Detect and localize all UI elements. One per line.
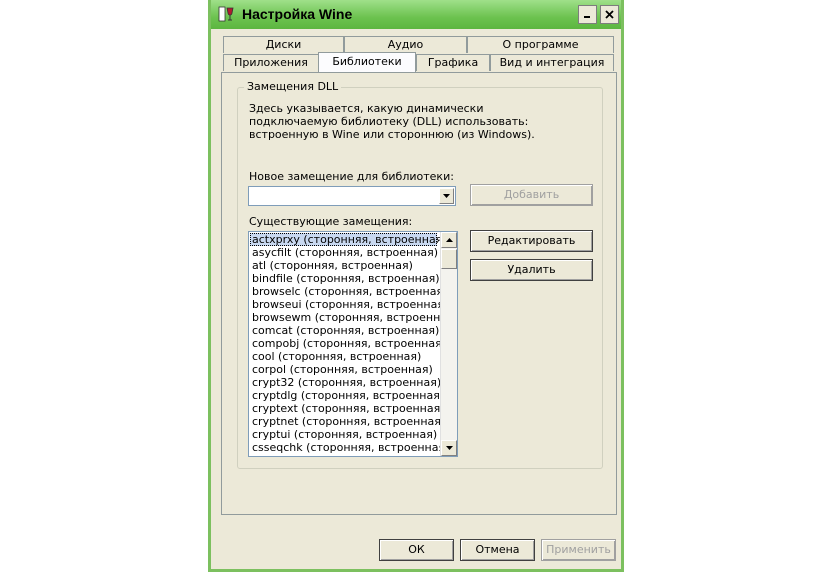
close-button[interactable]	[600, 5, 619, 24]
override-list-item[interactable]: crypt32 (сторонняя, встроенная)	[250, 376, 441, 389]
minimize-button[interactable]	[578, 5, 597, 24]
libraries-tab-panel: Замещения DLL Здесь указывается, какую д…	[221, 72, 617, 515]
ok-button[interactable]: ОК	[379, 539, 454, 561]
cancel-button[interactable]: Отмена	[460, 539, 535, 561]
dll-overrides-group: Замещения DLL Здесь указывается, какую д…	[237, 80, 603, 469]
wine-glass-icon	[218, 6, 234, 22]
override-list-item[interactable]: asycfilt (сторонняя, встроенная)	[250, 246, 438, 259]
combo-dropdown-button[interactable]	[439, 188, 454, 204]
override-list-item[interactable]: compobj (сторонняя, встроенная)	[250, 337, 446, 350]
tab-about[interactable]: О программе	[467, 36, 614, 53]
tab-applications[interactable]: Приложения	[223, 54, 319, 71]
override-list-item[interactable]: browseui (сторонняя, встроенная)	[250, 298, 448, 311]
override-list-item[interactable]: browselc (сторонняя, встроенная)	[250, 285, 447, 298]
minimize-icon	[584, 16, 590, 18]
add-button[interactable]: Добавить	[470, 184, 593, 206]
override-list-item[interactable]: cool (сторонняя, встроенная)	[250, 350, 437, 363]
tab-desktop-integration[interactable]: Вид и интеграция	[490, 54, 614, 71]
tab-audio[interactable]: Аудио	[344, 36, 467, 53]
edit-button[interactable]: Редактировать	[470, 230, 593, 252]
new-override-combobox[interactable]	[248, 186, 456, 206]
override-list-item[interactable]: cryptdlg (сторонняя, встроенная)	[250, 389, 444, 402]
override-list-item[interactable]: cryptnet (сторонняя, встроенная)	[250, 415, 445, 428]
override-list-item[interactable]: corpol (сторонняя, встроенная)	[250, 363, 437, 376]
tab-disks[interactable]: Диски	[223, 36, 344, 53]
wine-config-window: Настройка Wine Диски Аудио О программе П…	[208, 0, 624, 572]
override-list-item[interactable]: cryptui (сторонняя, встроенная)	[250, 428, 437, 441]
scroll-thumb[interactable]	[441, 249, 457, 269]
chevron-down-icon	[445, 446, 453, 450]
group-title: Замещения DLL	[244, 80, 342, 93]
override-list-item[interactable]: actxprxy (сторонняя, встроенная)	[250, 233, 447, 246]
override-list-item[interactable]: atl (сторонняя, встроенная)	[250, 259, 437, 272]
vertical-scrollbar[interactable]	[440, 232, 457, 456]
new-override-label: Новое замещение для библиотеки:	[249, 170, 454, 183]
override-list-item[interactable]: bindfile (сторонняя, встроенная)	[250, 272, 440, 285]
delete-button[interactable]: Удалить	[470, 259, 593, 281]
scroll-up-button[interactable]	[441, 232, 457, 248]
title-bar[interactable]: Настройка Wine	[211, 0, 621, 29]
apply-button[interactable]: Применить	[541, 539, 616, 561]
existing-overrides-label: Существующие замещения:	[249, 215, 413, 228]
override-list-item[interactable]: comcat (сторонняя, встроенная)	[250, 324, 439, 337]
description-text: Здесь указывается, какую динамически под…	[249, 102, 535, 141]
override-list-item[interactable]: browsewm (сторонняя, встроенная)	[250, 311, 457, 324]
chevron-up-icon	[445, 238, 453, 242]
tab-libraries[interactable]: Библиотеки	[318, 52, 416, 72]
tab-graphics[interactable]: Графика	[416, 54, 490, 71]
window-title: Настройка Wine	[242, 6, 353, 22]
chevron-down-icon	[443, 194, 450, 198]
scroll-down-button[interactable]	[441, 440, 457, 456]
override-list-item[interactable]: csseqchk (сторонняя, встроенная)	[250, 441, 449, 454]
overrides-listbox[interactable]: actxprxy (сторонняя, встроенная) asycfilt…	[248, 231, 458, 457]
overrides-list: actxprxy (сторонняя, встроенная) asycfilt…	[250, 233, 457, 454]
close-icon	[605, 10, 614, 19]
override-list-item[interactable]: cryptext (сторонняя, встроенная)	[250, 402, 445, 415]
